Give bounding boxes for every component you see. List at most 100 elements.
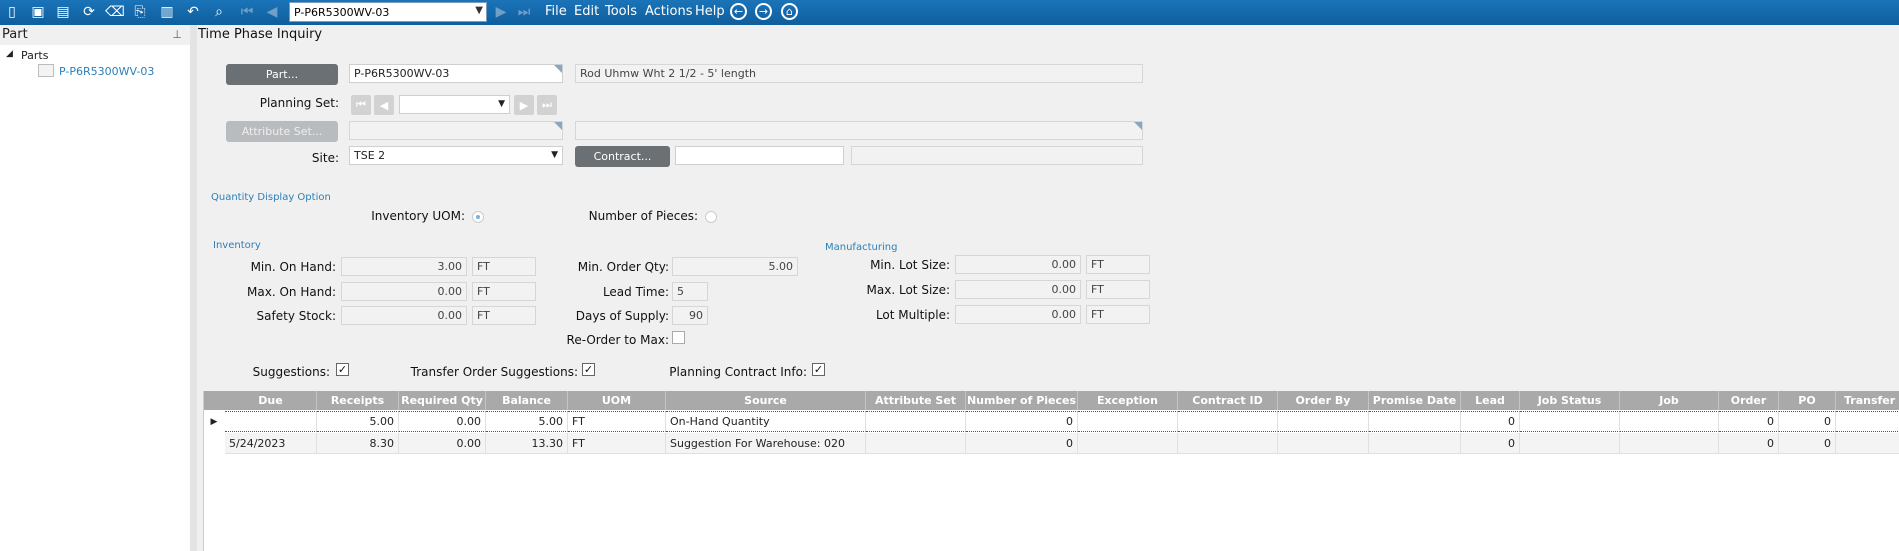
cell-transfer-order[interactable] (1836, 433, 1899, 454)
new-icon[interactable]: ▯ (3, 3, 21, 21)
col-lead[interactable]: Lead (1461, 391, 1520, 410)
cell-required-qty[interactable]: 0.00 (399, 411, 486, 432)
min-lot-size-field[interactable]: 0.00 (955, 255, 1081, 274)
cell-attribute-set[interactable] (866, 411, 966, 432)
col-promise-date[interactable]: Promise Date (1369, 391, 1461, 410)
planning-set-select[interactable]: ▼ (399, 95, 510, 114)
col-job-status[interactable]: Job Status (1520, 391, 1620, 410)
cell-promise-date[interactable] (1369, 433, 1461, 454)
save-icon[interactable]: ▣ (29, 3, 47, 21)
cell-lead[interactable]: 0 (1461, 433, 1520, 454)
pin-icon[interactable]: ⊥ (172, 25, 182, 45)
col-contract-id[interactable]: Contract ID (1178, 391, 1278, 410)
chevron-down-icon[interactable]: ▼ (475, 5, 483, 16)
planning-next-icon[interactable]: ▶ (514, 95, 534, 115)
planning-last-icon[interactable]: ⏭ (537, 95, 557, 115)
cell-order-by[interactable] (1278, 411, 1369, 432)
col-order[interactable]: Order (1719, 391, 1779, 410)
back-icon[interactable]: ← (730, 3, 747, 20)
next-record-icon[interactable]: ▶ (492, 3, 510, 21)
search-icon[interactable]: ⌕ (210, 3, 228, 21)
cell-required-qty[interactable]: 0.00 (399, 433, 486, 454)
contract-input[interactable] (675, 146, 844, 165)
chevron-down-icon[interactable]: ▼ (551, 150, 558, 160)
col-transfer-order[interactable]: Transfer O (1836, 391, 1899, 410)
cell-job[interactable] (1620, 411, 1719, 432)
max-on-hand-field[interactable]: 0.00 (341, 282, 467, 301)
cell-uom[interactable]: FT (568, 411, 666, 432)
reorder-to-max-checkbox[interactable] (672, 331, 685, 344)
attribute-set-button[interactable]: Attribute Set... (226, 121, 338, 142)
cell-due[interactable] (225, 411, 317, 432)
cell-exception[interactable] (1078, 433, 1178, 454)
days-of-supply-field[interactable]: 90 (672, 306, 708, 325)
cell-po[interactable]: 0 (1779, 433, 1836, 454)
cell-attribute-set[interactable] (866, 433, 966, 454)
col-balance[interactable]: Balance (486, 391, 568, 410)
part-record-combo[interactable]: P-P6R5300WV-03 ▼ (289, 2, 487, 22)
cell-due[interactable]: 5/24/2023 (225, 433, 317, 454)
cell-number-of-pieces[interactable]: 0 (966, 433, 1078, 454)
cell-job-status[interactable] (1520, 411, 1620, 432)
safety-stock-field[interactable]: 0.00 (341, 306, 467, 325)
table-row[interactable]: ▶ 5.00 0.00 5.00 FT On-Hand Quantity 0 0… (204, 411, 1899, 432)
menu-actions[interactable]: Actions (645, 4, 693, 19)
cell-contract-id[interactable] (1178, 411, 1278, 432)
col-attribute-set[interactable]: Attribute Set (866, 391, 966, 410)
cell-promise-date[interactable] (1369, 411, 1461, 432)
cell-order[interactable]: 0 (1719, 411, 1779, 432)
tree-root-parts[interactable]: Parts (21, 49, 48, 62)
delete-icon[interactable]: ▤ (54, 3, 72, 21)
menu-tools[interactable]: Tools (605, 4, 637, 19)
cell-transfer-order[interactable] (1836, 411, 1899, 432)
clear-icon[interactable]: ⌫ (105, 3, 125, 21)
cell-balance[interactable]: 5.00 (486, 411, 568, 432)
cell-receipts[interactable]: 8.30 (317, 433, 399, 454)
previous-record-icon[interactable]: ◀ (263, 3, 281, 21)
col-job[interactable]: Job (1620, 391, 1719, 410)
menu-file[interactable]: File (545, 4, 567, 19)
max-lot-size-field[interactable]: 0.00 (955, 280, 1081, 299)
cell-po[interactable]: 0 (1779, 411, 1836, 432)
suggestions-checkbox[interactable]: ✓ (336, 363, 349, 376)
site-select[interactable]: TSE 2 ▼ (349, 146, 563, 165)
col-order-by[interactable]: Order By (1278, 391, 1369, 410)
transfer-order-suggestions-checkbox[interactable]: ✓ (582, 363, 595, 376)
col-receipts[interactable]: Receipts (317, 391, 399, 410)
cell-order-by[interactable] (1278, 433, 1369, 454)
col-required-qty[interactable]: Required Qty (399, 391, 486, 410)
number-of-pieces-radio[interactable] (705, 211, 717, 223)
clipboard-icon[interactable]: ▥ (158, 3, 176, 21)
planning-contract-info-checkbox[interactable]: ✓ (812, 363, 825, 376)
col-number-of-pieces[interactable]: Number of Pieces (966, 391, 1078, 410)
planning-prev-icon[interactable]: ◀ (374, 95, 394, 115)
min-on-hand-field[interactable]: 3.00 (341, 257, 467, 276)
first-record-icon[interactable]: ⏮ (238, 3, 256, 21)
last-record-icon[interactable]: ⏭ (515, 3, 533, 21)
cell-number-of-pieces[interactable]: 0 (966, 411, 1078, 432)
planning-first-icon[interactable]: ⏮ (351, 95, 371, 115)
lead-time-field[interactable]: 5 (672, 282, 708, 301)
cell-source[interactable]: Suggestion For Warehouse: 020 (666, 433, 866, 454)
cell-source[interactable]: On-Hand Quantity (666, 411, 866, 432)
contract-button[interactable]: Contract... (575, 146, 670, 167)
cell-job[interactable] (1620, 433, 1719, 454)
tree-node-part[interactable]: P-P6R5300WV-03 (59, 65, 154, 78)
cell-uom[interactable]: FT (568, 433, 666, 454)
table-row[interactable]: 5/24/2023 8.30 0.00 13.30 FT Suggestion … (204, 433, 1899, 454)
cell-contract-id[interactable] (1178, 433, 1278, 454)
col-source[interactable]: Source (666, 391, 866, 410)
cell-receipts[interactable]: 5.00 (317, 411, 399, 432)
col-po[interactable]: PO (1779, 391, 1836, 410)
expand-icon[interactable]: ◢ (6, 49, 13, 59)
col-due[interactable]: Due (225, 391, 317, 410)
col-uom[interactable]: UOM (568, 391, 666, 410)
chevron-down-icon[interactable]: ▼ (498, 99, 505, 109)
cell-lead[interactable]: 0 (1461, 411, 1520, 432)
cell-order[interactable]: 0 (1719, 433, 1779, 454)
undo-icon[interactable]: ↶ (184, 3, 202, 21)
attribute-set-input[interactable] (349, 121, 563, 140)
home-icon[interactable]: ⌂ (781, 3, 798, 20)
lot-multiple-field[interactable]: 0.00 (955, 305, 1081, 324)
forward-icon[interactable]: → (755, 3, 772, 20)
